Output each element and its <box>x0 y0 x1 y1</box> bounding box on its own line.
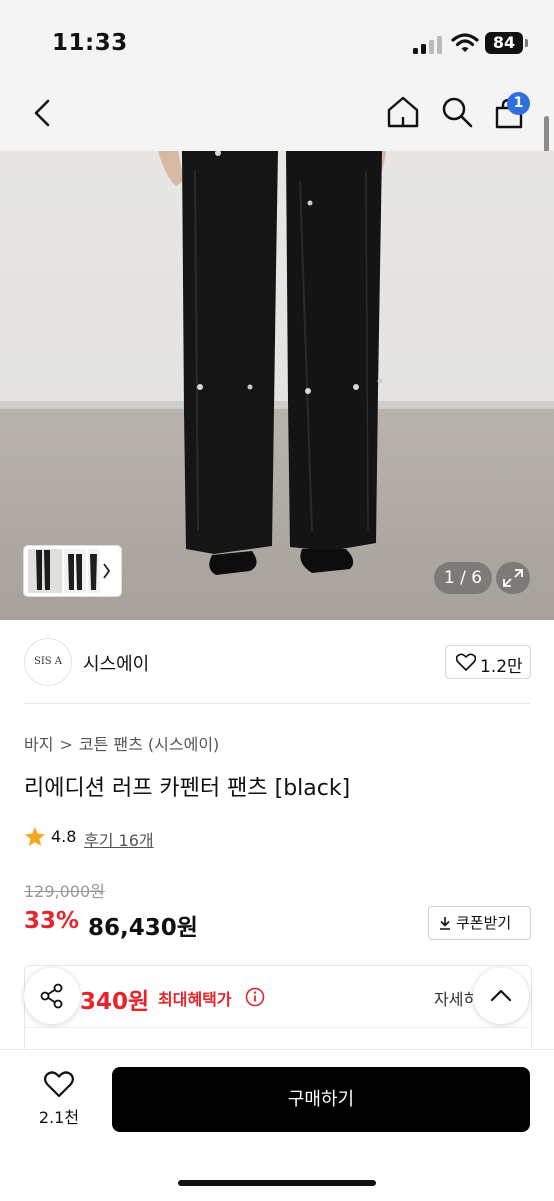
section-divider <box>24 703 530 704</box>
back-chevron-icon[interactable] <box>30 98 54 128</box>
image-counter: 1 / 6 <box>434 562 492 594</box>
expand-image-button[interactable] <box>496 562 530 594</box>
buy-button[interactable]: 구매하기 <box>112 1067 530 1132</box>
status-bar: 11:33 84 <box>0 0 554 88</box>
discount-rate: 33% <box>24 908 80 934</box>
breadcrumb-separator: > <box>59 735 73 754</box>
battery-indicator: 84 <box>485 32 523 54</box>
image-thumbnail-strip[interactable] <box>24 546 121 596</box>
wishlist-heart-icon[interactable] <box>44 1071 74 1098</box>
original-price: 129,000원 <box>24 882 105 901</box>
coupon-label: 쿠폰받기 <box>456 914 512 932</box>
benefit-divider <box>25 1027 529 1028</box>
thumbnail-images <box>28 549 111 593</box>
cart-count-badge: 1 <box>507 92 530 115</box>
search-icon[interactable] <box>440 95 474 129</box>
info-icon[interactable] <box>244 986 266 1008</box>
download-icon <box>440 917 450 930</box>
cellular-signal-icon <box>413 34 443 54</box>
brand-name[interactable]: 시스에이 <box>83 650 149 676</box>
share-icon <box>40 983 63 1009</box>
brand-logo[interactable]: SIS A <box>24 638 72 686</box>
home-icon[interactable] <box>386 95 420 129</box>
max-benefit-price: 340원 <box>80 989 150 1015</box>
max-benefit-label: 최대혜택가 <box>158 990 232 1009</box>
product-title: 리에디션 러프 카펜터 팬츠 [black] <box>24 776 351 801</box>
battery-nub <box>525 39 528 47</box>
review-link[interactable]: 후기 16개 <box>84 827 154 851</box>
brand-like-count: 1.2만 <box>480 657 523 677</box>
wifi-icon <box>451 33 479 52</box>
chevron-up-icon <box>490 989 512 1002</box>
rating-value: 4.8 <box>51 827 77 846</box>
breadcrumb-subcategory[interactable]: 코튼 팬츠 (시스에이) <box>79 731 219 755</box>
star-icon <box>25 827 45 846</box>
brand-like-button[interactable]: 1.2만 <box>445 645 531 679</box>
breadcrumb: 바지 > 코튼 팬츠 (시스에이) <box>24 731 219 755</box>
heart-icon <box>456 653 476 671</box>
expand-icon <box>503 569 523 587</box>
sale-price: 86,430원 <box>88 915 198 941</box>
share-button[interactable] <box>24 968 80 1024</box>
wishlist-count: 2.1천 <box>38 1108 80 1127</box>
breadcrumb-category[interactable]: 바지 <box>24 731 53 755</box>
status-time: 11:33 <box>52 30 128 56</box>
scroll-top-button[interactable] <box>473 968 529 1024</box>
home-indicator <box>178 1180 376 1186</box>
coupon-button[interactable]: 쿠폰받기 <box>428 906 531 940</box>
